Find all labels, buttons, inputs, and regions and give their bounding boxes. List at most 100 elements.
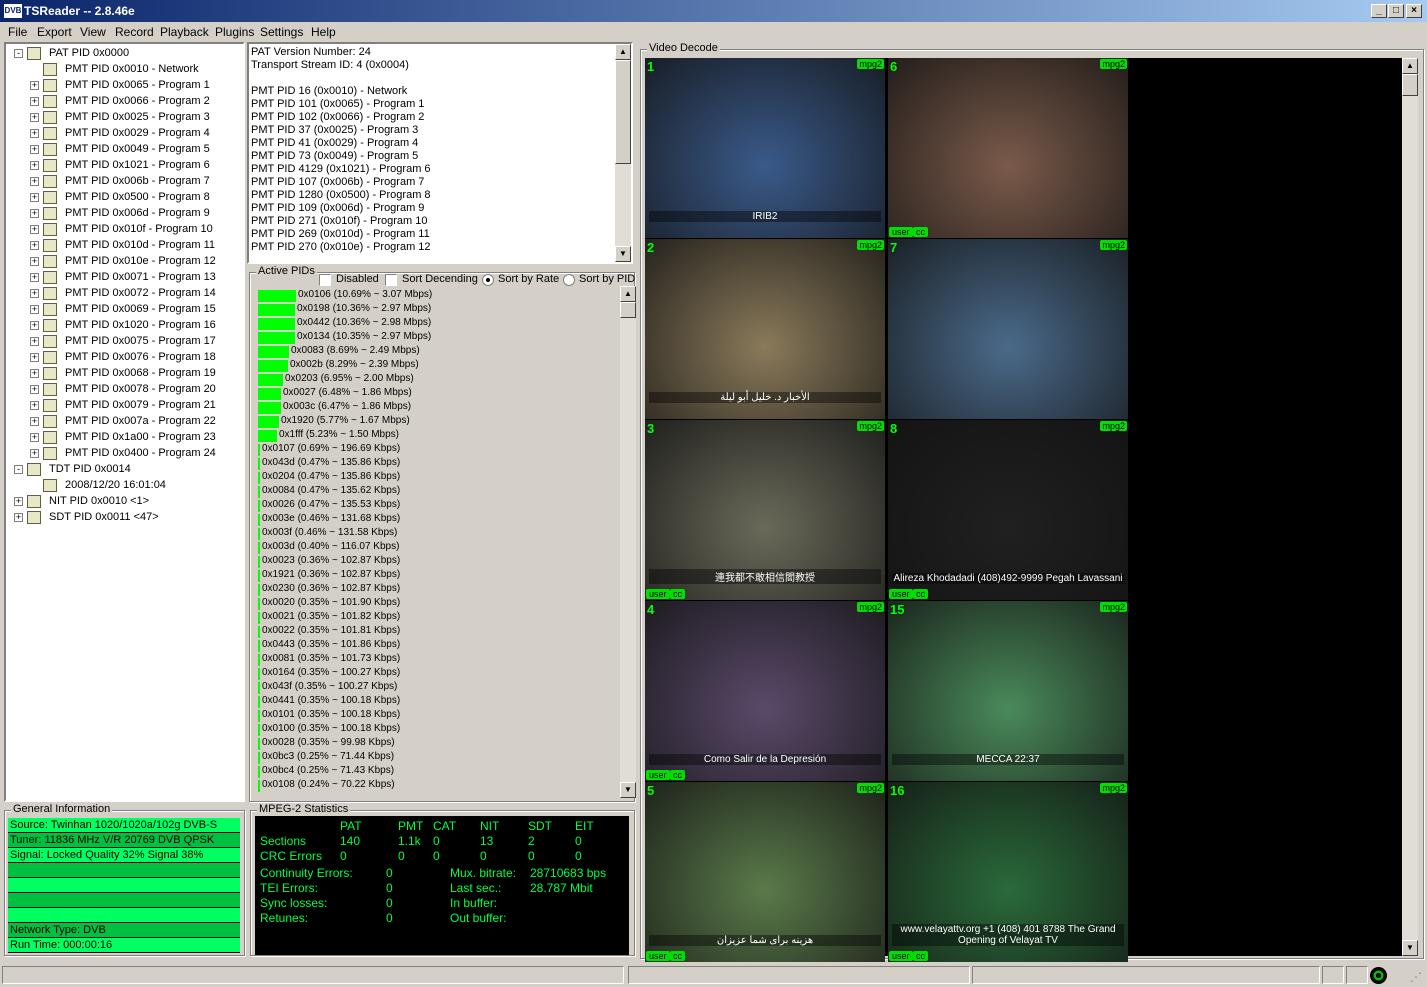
expand-toggle-icon[interactable]: - xyxy=(14,49,23,58)
expand-toggle-icon[interactable]: + xyxy=(14,497,23,506)
menu-view[interactable]: View xyxy=(80,25,106,39)
resize-grip-icon[interactable]: ⋰ xyxy=(1410,970,1422,984)
minimize-button[interactable]: _ xyxy=(1371,4,1387,18)
tree-item[interactable]: + PMT PID 0x007a - Program 22 xyxy=(6,414,242,430)
expand-toggle-icon[interactable]: + xyxy=(30,369,39,378)
scroll-up-icon[interactable]: ▲ xyxy=(1402,58,1418,74)
video-tile[interactable]: 3 mpg2 連我都不敢相信閻教授 user cc xyxy=(645,420,885,600)
sort-by-pid-radio[interactable] xyxy=(563,274,575,286)
tree-item[interactable]: + PMT PID 0x0029 - Program 4 xyxy=(6,126,242,142)
scroll-thumb[interactable] xyxy=(1402,74,1418,96)
expand-toggle-icon[interactable]: + xyxy=(30,385,39,394)
expand-toggle-icon[interactable]: + xyxy=(30,401,39,410)
scroll-up-icon[interactable]: ▲ xyxy=(620,286,636,302)
video-tile[interactable]: 4 mpg2 Como Salir de la Depresión user cc xyxy=(645,601,885,781)
tree-item[interactable]: + PMT PID 0x010e - Program 12 xyxy=(6,254,242,270)
scroll-thumb[interactable] xyxy=(620,302,636,318)
close-button[interactable]: × xyxy=(1406,4,1422,18)
sections-value: 0 xyxy=(575,834,582,848)
tree-item[interactable]: + PMT PID 0x0079 - Program 21 xyxy=(6,398,242,414)
menu-export[interactable]: Export xyxy=(37,25,72,39)
expand-toggle-icon[interactable]: + xyxy=(14,513,23,522)
expand-toggle-icon[interactable]: + xyxy=(30,97,39,106)
tree-item[interactable]: + PMT PID 0x0076 - Program 18 xyxy=(6,350,242,366)
tree-item[interactable]: - PAT PID 0x0000 xyxy=(6,46,242,62)
tree-item[interactable]: PMT PID 0x0010 - Network xyxy=(6,62,242,78)
tree-item[interactable]: + SDT PID 0x0011 <47> xyxy=(6,510,242,526)
video-tile[interactable]: 1 mpg2 IRIB2 xyxy=(645,58,885,238)
tree-item[interactable]: + PMT PID 0x0400 - Program 24 xyxy=(6,446,242,462)
expand-toggle-icon[interactable]: + xyxy=(30,257,39,266)
tree-item[interactable]: + PMT PID 0x0066 - Program 2 xyxy=(6,94,242,110)
expand-toggle-icon[interactable]: + xyxy=(30,81,39,90)
expand-toggle-icon[interactable]: + xyxy=(30,161,39,170)
tree-item[interactable]: + PMT PID 0x006d - Program 9 xyxy=(6,206,242,222)
video-scrollbar[interactable]: ▲ ▼ xyxy=(1402,58,1418,956)
video-tile[interactable]: 6 mpg2 user cc xyxy=(888,58,1128,238)
tree-item[interactable]: + PMT PID 0x0500 - Program 8 xyxy=(6,190,242,206)
disabled-checkbox[interactable] xyxy=(319,274,331,286)
expand-toggle-icon[interactable]: + xyxy=(30,177,39,186)
menu-file[interactable]: File xyxy=(8,25,27,39)
tree-item[interactable]: + PMT PID 0x0078 - Program 20 xyxy=(6,382,242,398)
pids-scrollbar[interactable]: ▲ ▼ xyxy=(620,286,636,798)
video-tile[interactable]: 16 mpg2 www.velayattv.org +1 (408) 401 878… xyxy=(888,782,1128,962)
tree-item[interactable]: + PMT PID 0x006b - Program 7 xyxy=(6,174,242,190)
video-tile[interactable]: 15 mpg2 MECCA 22:37 xyxy=(888,601,1128,781)
video-tile[interactable]: 8 mpg2 Alireza Khodadadi (408)492-9999 Peg… xyxy=(888,420,1128,600)
expand-toggle-icon[interactable]: + xyxy=(30,321,39,330)
sort-by-rate-radio[interactable] xyxy=(482,274,494,286)
tree-item[interactable]: + PMT PID 0x1021 - Program 6 xyxy=(6,158,242,174)
sort-descending-checkbox[interactable] xyxy=(385,274,397,286)
expand-toggle-icon[interactable]: + xyxy=(30,353,39,362)
expand-toggle-icon[interactable]: + xyxy=(30,273,39,282)
video-tile[interactable]: 7 mpg2 xyxy=(888,239,1128,419)
tree-item[interactable]: + PMT PID 0x0068 - Program 19 xyxy=(6,366,242,382)
expand-toggle-icon[interactable]: + xyxy=(30,113,39,122)
pid-rate-label: 0x0442 (10.36% ~ 2.98 Mbps) xyxy=(297,317,432,328)
tree-item[interactable]: + PMT PID 0x0072 - Program 14 xyxy=(6,286,242,302)
expand-toggle-icon[interactable]: + xyxy=(30,289,39,298)
menu-playback[interactable]: Playback xyxy=(160,25,209,39)
pat-scrollbar[interactable]: ▲ ▼ xyxy=(615,44,631,262)
expand-toggle-icon[interactable]: - xyxy=(14,465,23,474)
scroll-down-icon[interactable]: ▼ xyxy=(1402,940,1418,956)
expand-toggle-icon[interactable]: + xyxy=(30,225,39,234)
tree-item[interactable]: + PMT PID 0x0065 - Program 1 xyxy=(6,78,242,94)
expand-toggle-icon[interactable]: + xyxy=(30,449,39,458)
menu-help[interactable]: Help xyxy=(311,25,336,39)
tree-item[interactable]: + NIT PID 0x0010 <1> xyxy=(6,494,242,510)
maximize-button[interactable]: □ xyxy=(1388,4,1404,18)
expand-toggle-icon[interactable]: + xyxy=(30,209,39,218)
tree-item[interactable]: + PMT PID 0x0069 - Program 15 xyxy=(6,302,242,318)
expand-toggle-icon[interactable]: + xyxy=(30,193,39,202)
video-tile[interactable]: 5 mpg2 هزینه برای شما عزیزان user cc xyxy=(645,782,885,962)
tree-item[interactable]: + PMT PID 0x010f - Program 10 xyxy=(6,222,242,238)
tree-item[interactable]: + PMT PID 0x010d - Program 11 xyxy=(6,238,242,254)
scroll-thumb[interactable] xyxy=(615,60,631,164)
pid-tree[interactable]: - PAT PID 0x0000 PMT PID 0x0010 - Network +… xyxy=(4,42,245,802)
menu-record[interactable]: Record xyxy=(115,25,154,39)
expand-toggle-icon[interactable]: + xyxy=(30,129,39,138)
menu-settings[interactable]: Settings xyxy=(260,25,303,39)
scroll-down-icon[interactable]: ▼ xyxy=(620,782,636,798)
menu-plugins[interactable]: Plugins xyxy=(215,25,254,39)
expand-toggle-icon[interactable]: + xyxy=(30,433,39,442)
expand-toggle-icon[interactable]: + xyxy=(30,417,39,426)
scroll-up-icon[interactable]: ▲ xyxy=(615,44,631,60)
tree-item[interactable]: + PMT PID 0x0025 - Program 3 xyxy=(6,110,242,126)
tree-item[interactable]: + PMT PID 0x1020 - Program 16 xyxy=(6,318,242,334)
video-tile[interactable]: 2 mpg2 الأخبار د. خليل أبو ليلة xyxy=(645,239,885,419)
tree-item[interactable]: 2008/12/20 16:01:04 xyxy=(6,478,242,494)
table-icon xyxy=(43,143,57,156)
expand-toggle-icon[interactable]: + xyxy=(30,241,39,250)
scroll-down-icon[interactable]: ▼ xyxy=(615,246,631,262)
expand-toggle-icon[interactable]: + xyxy=(30,145,39,154)
tree-item[interactable]: + PMT PID 0x0049 - Program 5 xyxy=(6,142,242,158)
tree-item[interactable]: + PMT PID 0x0071 - Program 13 xyxy=(6,270,242,286)
expand-toggle-icon[interactable]: + xyxy=(30,337,39,346)
tree-item[interactable]: + PMT PID 0x0075 - Program 17 xyxy=(6,334,242,350)
expand-toggle-icon[interactable]: + xyxy=(30,305,39,314)
tree-item[interactable]: - TDT PID 0x0014 xyxy=(6,462,242,478)
tree-item[interactable]: + PMT PID 0x1a00 - Program 23 xyxy=(6,430,242,446)
